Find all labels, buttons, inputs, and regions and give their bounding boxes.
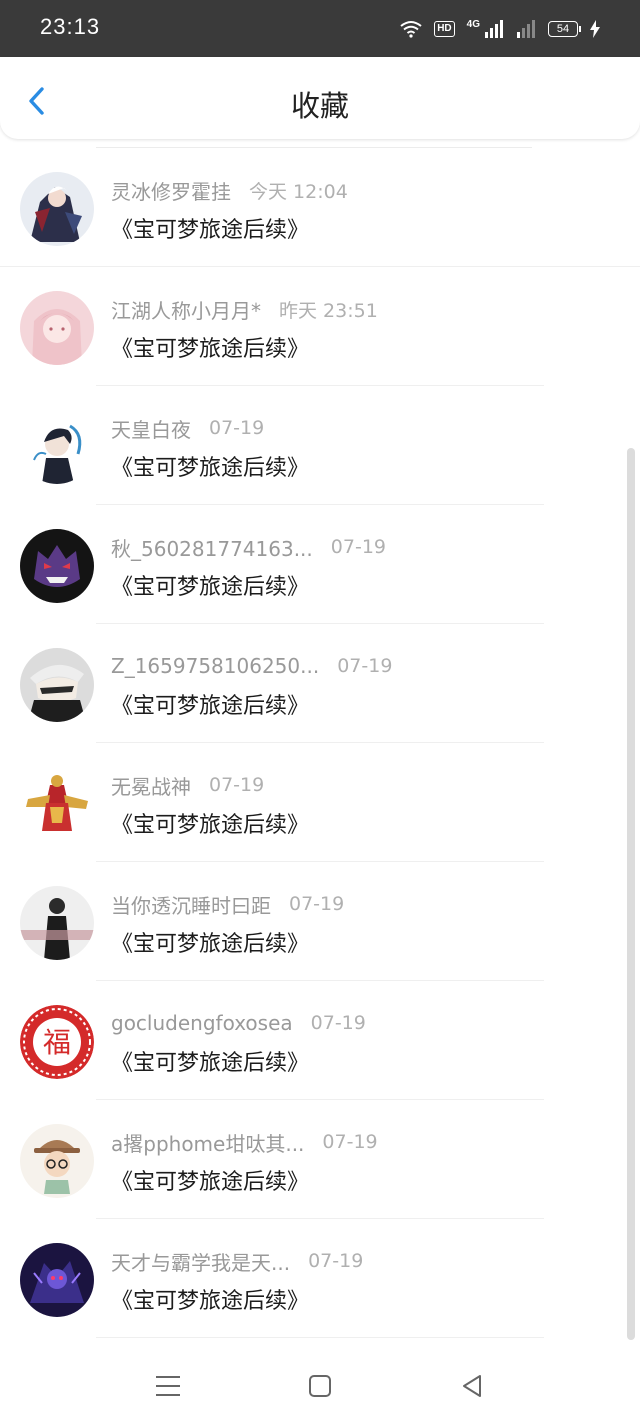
timestamp: 07-19 bbox=[308, 1250, 364, 1272]
scrollbar[interactable] bbox=[627, 448, 635, 1340]
list-item[interactable]: Z_1659758106250... 07-19 《宝可梦旅途后续》 bbox=[0, 624, 640, 743]
status-bar: 23:13 HD 4G 54 bbox=[0, 0, 640, 57]
timestamp: 07-19 bbox=[209, 417, 265, 439]
back-triangle-icon bbox=[463, 1375, 481, 1397]
item-title[interactable]: 《宝可梦旅途后续》 bbox=[111, 807, 309, 839]
item-meta: 当你透沉睡时曰距 07-19 bbox=[111, 889, 344, 919]
avatar[interactable] bbox=[20, 1124, 94, 1198]
timestamp: 07-19 bbox=[330, 536, 386, 558]
item-meta: 秋_560281774163... 07-19 bbox=[111, 532, 386, 562]
list-item[interactable]: 当你透沉睡时曰距 07-19 《宝可梦旅途后续》 bbox=[0, 862, 640, 981]
navigation-bar bbox=[0, 1352, 640, 1422]
home-square-icon bbox=[309, 1375, 331, 1397]
wifi-icon bbox=[400, 21, 422, 38]
item-meta: 灵冰修罗霍挂 今天 12:04 bbox=[111, 175, 348, 205]
status-time: 23:13 bbox=[40, 14, 101, 39]
status-icons: HD 4G 54 bbox=[400, 17, 600, 41]
charging-icon bbox=[590, 20, 600, 38]
menu-button[interactable] bbox=[152, 1370, 184, 1402]
item-title[interactable]: 《宝可梦旅途后续》 bbox=[111, 688, 309, 720]
user-name[interactable]: 当你透沉睡时曰距 bbox=[111, 890, 271, 919]
user-name[interactable]: Z_1659758106250... bbox=[111, 654, 319, 678]
timestamp: 07-19 bbox=[322, 1131, 378, 1153]
page-title: 收藏 bbox=[290, 89, 349, 123]
timestamp: 07-19 bbox=[337, 655, 393, 677]
item-meta: 无冕战神 07-19 bbox=[111, 770, 264, 800]
item-meta: 天皇白夜 07-19 bbox=[111, 413, 264, 443]
item-meta: 天才与霸学我是天... 07-19 bbox=[111, 1246, 363, 1276]
timestamp: 07-19 bbox=[289, 893, 345, 915]
user-name[interactable]: 秋_560281774163... bbox=[111, 533, 313, 562]
user-name[interactable]: a撂pphome坩呔其... bbox=[111, 1128, 304, 1157]
hd-icon: HD bbox=[434, 21, 455, 37]
fu-glyph: 福 bbox=[43, 1026, 71, 1059]
item-title[interactable]: 《宝可梦旅途后续》 bbox=[111, 1045, 309, 1077]
item-title[interactable]: 《宝可梦旅途后续》 bbox=[111, 926, 309, 958]
back-nav-button[interactable] bbox=[456, 1370, 488, 1402]
list-item[interactable]: 福 gocludengfoxosea 07-19 《宝可梦旅途后续》 bbox=[0, 981, 640, 1100]
list-item[interactable]: 灵冰修罗霍挂 今天 12:04 《宝可梦旅途后续》 bbox=[0, 148, 640, 267]
item-title[interactable]: 《宝可梦旅途后续》 bbox=[111, 331, 309, 363]
timestamp: 今天 12:04 bbox=[249, 180, 348, 203]
header: 收藏 bbox=[0, 57, 640, 139]
item-title[interactable]: 《宝可梦旅途后续》 bbox=[111, 1283, 309, 1315]
menu-icon bbox=[156, 1376, 180, 1396]
avatar[interactable] bbox=[20, 529, 94, 603]
battery-icon: 54 bbox=[548, 21, 581, 37]
item-title[interactable]: 《宝可梦旅途后续》 bbox=[111, 569, 309, 601]
user-name[interactable]: 江湖人称小月月* bbox=[111, 295, 261, 324]
timestamp: 昨天 23:51 bbox=[279, 299, 378, 322]
network-type-label: 4G bbox=[466, 18, 480, 30]
user-name[interactable]: 天皇白夜 bbox=[111, 414, 191, 443]
item-title[interactable]: 《宝可梦旅途后续》 bbox=[111, 212, 309, 244]
list-item[interactable]: 江湖人称小月月* 昨天 23:51 《宝可梦旅途后续》 bbox=[0, 267, 640, 386]
user-name[interactable]: gocludengfoxosea bbox=[111, 1011, 293, 1035]
divider bbox=[96, 1337, 544, 1338]
home-button[interactable] bbox=[304, 1370, 336, 1402]
list-item[interactable]: 无冕战神 07-19 《宝可梦旅途后续》 bbox=[0, 743, 640, 862]
avatar[interactable] bbox=[20, 886, 94, 960]
favorites-list: 灵冰修罗霍挂 今天 12:04 《宝可梦旅途后续》 江湖人称小月月* 昨天 23… bbox=[0, 148, 640, 1338]
item-meta: Z_1659758106250... 07-19 bbox=[111, 651, 392, 681]
avatar[interactable] bbox=[20, 1243, 94, 1317]
list-item[interactable]: 天皇白夜 07-19 《宝可梦旅途后续》 bbox=[0, 386, 640, 505]
list-item[interactable]: a撂pphome坩呔其... 07-19 《宝可梦旅途后续》 bbox=[0, 1100, 640, 1219]
item-meta: gocludengfoxosea 07-19 bbox=[111, 1008, 366, 1038]
avatar[interactable] bbox=[20, 410, 94, 484]
user-name[interactable]: 灵冰修罗霍挂 bbox=[111, 176, 231, 205]
timestamp: 07-19 bbox=[209, 774, 265, 796]
avatar[interactable] bbox=[20, 291, 94, 365]
list-item[interactable]: 天才与霸学我是天... 07-19 《宝可梦旅途后续》 bbox=[0, 1219, 640, 1338]
avatar[interactable]: 福 bbox=[20, 1005, 94, 1079]
timestamp: 07-19 bbox=[310, 1012, 366, 1034]
signal-icon-secondary bbox=[517, 20, 535, 38]
signal-icon bbox=[485, 20, 503, 38]
avatar[interactable] bbox=[20, 172, 94, 246]
avatar[interactable] bbox=[20, 767, 94, 841]
user-name[interactable]: 无冕战神 bbox=[111, 771, 191, 800]
item-title[interactable]: 《宝可梦旅途后续》 bbox=[111, 1164, 309, 1196]
list-item[interactable]: 秋_560281774163... 07-19 《宝可梦旅途后续》 bbox=[0, 505, 640, 624]
item-meta: 江湖人称小月月* 昨天 23:51 bbox=[111, 294, 378, 324]
item-meta: a撂pphome坩呔其... 07-19 bbox=[111, 1127, 378, 1157]
item-title[interactable]: 《宝可梦旅途后续》 bbox=[111, 450, 309, 482]
avatar[interactable] bbox=[20, 648, 94, 722]
user-name[interactable]: 天才与霸学我是天... bbox=[111, 1247, 290, 1276]
